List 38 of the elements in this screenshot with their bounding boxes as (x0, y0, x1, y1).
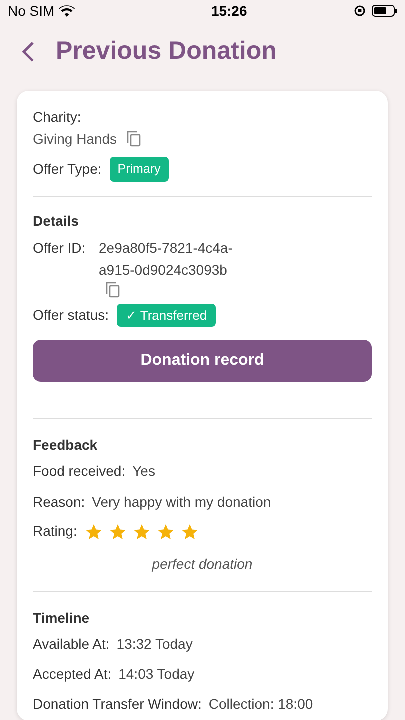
section-title: Details (33, 212, 80, 231)
field-label: Available At: (33, 635, 110, 654)
field-value: Yes (132, 462, 156, 482)
star-icon (109, 522, 128, 541)
field-label: Donation Transfer Window: (33, 695, 202, 714)
rotation-lock-icon (354, 5, 366, 17)
section-title: Feedback (33, 436, 99, 456)
field-label: Accepted At: (33, 665, 112, 684)
charity-name: Giving Hands (33, 130, 118, 149)
section-title: Timeline (33, 609, 91, 628)
field-label: Rating: (33, 522, 78, 542)
field-label: Offer status: (33, 306, 109, 325)
carrier-label: No SIM (8, 2, 55, 20)
field-label: Offer Type: (33, 160, 102, 179)
offer-id: 2e9a80f5-7821-4c4a- a915-0d9024c3093b (99, 238, 233, 280)
copy-icon[interactable] (127, 131, 142, 147)
field-label: Charity: (33, 108, 82, 127)
field-value: Collection: 18:00 (208, 695, 314, 714)
clock-time: 15:26 (211, 2, 248, 20)
battery-icon (372, 5, 397, 17)
field-label: Reason: (33, 493, 86, 512)
star-icon (85, 522, 104, 541)
wifi-icon (58, 5, 75, 17)
feedback-comment: perfect donation (152, 555, 253, 574)
donation-record-button[interactable]: Donation record (33, 340, 372, 382)
star-icon (181, 522, 200, 541)
status-tag: ✓ Transferred (117, 304, 216, 328)
field-value: Very happy with my donation (92, 493, 272, 512)
field-value: 14:03 Today (118, 665, 195, 684)
field-label: Offer ID: (33, 238, 87, 258)
page-title: Previous Donation (56, 36, 277, 68)
field-value: 13:32 Today (116, 635, 193, 654)
back-icon[interactable] (22, 42, 34, 62)
offer-type-tag: Primary (110, 157, 169, 182)
star-icon (133, 522, 152, 541)
star-icon (157, 522, 176, 541)
copy-icon[interactable] (106, 282, 121, 298)
field-label: Food received: (33, 462, 126, 482)
